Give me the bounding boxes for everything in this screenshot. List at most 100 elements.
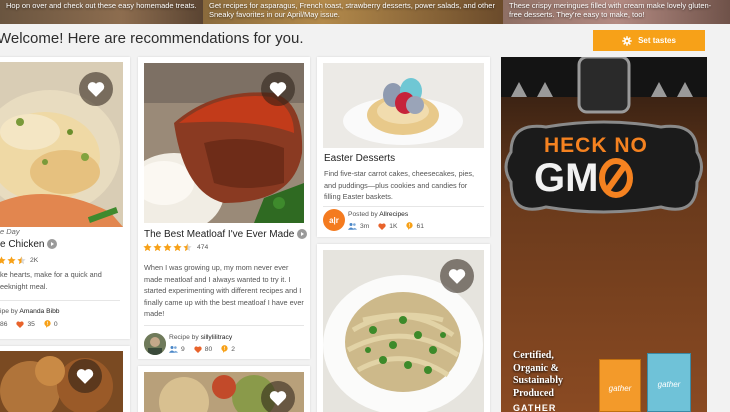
made-count: 9 xyxy=(181,345,185,353)
loves-count: 1K xyxy=(389,222,398,230)
promo-text: Get recipes for asparagus, French toast,… xyxy=(209,1,495,19)
recipe-title-text: e Chicken xyxy=(0,239,45,250)
set-tastes-button[interactable]: Set tastes xyxy=(593,30,705,51)
save-heart-button[interactable] xyxy=(440,259,474,293)
card-kicker: e Day xyxy=(0,227,20,236)
rating-stars: 2K xyxy=(0,256,38,265)
people-icon xyxy=(348,223,357,230)
reviews-count: 0 xyxy=(53,320,58,328)
save-heart-button[interactable] xyxy=(79,72,113,106)
comment-icon xyxy=(44,320,51,328)
recipe-title[interactable]: The Best Meatloaf I've Ever Made xyxy=(144,229,308,240)
recipe-card-pasta[interactable] xyxy=(317,244,490,412)
heart-small-icon xyxy=(194,345,202,353)
heart-icon xyxy=(87,82,105,97)
collection-description: Find five-star carrot cakes, cheesecakes… xyxy=(324,169,475,201)
product-bag-label: gather xyxy=(657,380,681,389)
author-link[interactable]: Allrecipes xyxy=(379,211,408,218)
recommendations-page: Hop on over and check out these easy hom… xyxy=(0,0,730,412)
star-icon xyxy=(173,243,182,252)
collection-image[interactable] xyxy=(323,63,484,148)
recipe-title-text: The Best Meatloaf I've Ever Made xyxy=(144,229,295,240)
made-count: 86 xyxy=(0,320,8,328)
recipe-image[interactable] xyxy=(0,351,123,412)
by-label: ipe by xyxy=(0,308,18,315)
loves-count: 80 xyxy=(204,345,213,353)
rating-stars: 474 xyxy=(143,243,208,252)
comment-icon xyxy=(406,222,414,230)
no-symbol-icon xyxy=(599,158,634,198)
ad-tagline: Certified, Organic & Sustainably Produce… xyxy=(513,350,563,400)
author-link[interactable]: sillylilitracy xyxy=(201,334,233,341)
promo-text: Hop on over and check out these easy hom… xyxy=(6,1,197,10)
promo-item[interactable]: These crispy meringues filled with cream… xyxy=(503,0,730,24)
star-icon xyxy=(153,243,162,252)
heart-icon xyxy=(269,82,287,97)
people-icon xyxy=(169,346,178,353)
heart-small-icon xyxy=(378,222,386,230)
loves-count: 35 xyxy=(27,320,35,328)
recipe-card-next[interactable] xyxy=(138,366,310,412)
recipe-byline: ipe by Amanda Bibb xyxy=(0,308,60,315)
ratings-count: 2K xyxy=(30,257,39,264)
save-heart-button[interactable] xyxy=(261,381,295,412)
advertisement[interactable]: HECK NO GM Certified, Organic & Sustaina… xyxy=(501,57,707,412)
heart-icon xyxy=(448,269,466,284)
recipe-title[interactable]: e Chicken xyxy=(0,239,58,250)
heart-small-icon xyxy=(16,320,25,328)
recipe-description: ke hearts, make for a quick and eeknight… xyxy=(0,269,120,292)
star-icon xyxy=(7,256,16,265)
recipe-description: When I was growing up, my mom never ever… xyxy=(144,263,304,318)
star-icon xyxy=(183,243,192,252)
product-bag-orange: gather xyxy=(599,359,641,412)
recipe-card-next[interactable] xyxy=(0,346,130,412)
collection-card-easter[interactable]: Easter Desserts Find five-star carrot ca… xyxy=(317,57,490,237)
star-icons xyxy=(143,243,192,252)
author-link[interactable]: Amanda Bibb xyxy=(19,308,59,315)
star-icons xyxy=(0,256,26,265)
ad-tag-gm: GM xyxy=(534,156,599,200)
play-icon[interactable] xyxy=(297,229,308,240)
reviews-count: 61 xyxy=(416,222,424,230)
product-bag-label: gather xyxy=(608,384,632,393)
star-icon xyxy=(143,243,152,252)
promo-item[interactable]: Hop on over and check out these easy hom… xyxy=(0,0,203,24)
divider xyxy=(0,300,120,301)
recipe-card-meatloaf[interactable]: The Best Meatloaf I've Ever Made 474 Whe… xyxy=(138,57,310,359)
made-count: 3m xyxy=(360,222,370,230)
product-bag-blue: gather xyxy=(647,353,691,412)
set-tastes-label: Set tastes xyxy=(638,36,676,45)
avatar[interactable] xyxy=(144,333,166,355)
promo-strip: Hop on over and check out these easy hom… xyxy=(0,0,730,24)
save-heart-button[interactable] xyxy=(261,72,295,106)
play-icon[interactable] xyxy=(47,239,58,250)
divider xyxy=(323,206,484,207)
promo-item[interactable]: Get recipes for asparagus, French toast,… xyxy=(203,0,503,24)
ad-tagline-line: Sustainably xyxy=(513,375,564,386)
divider xyxy=(144,325,304,326)
ad-tagline-line: Certified, xyxy=(513,350,554,361)
recipe-stats: 86 35 0 xyxy=(0,320,58,328)
ad-footer: GATHER xyxy=(513,403,557,412)
collection-byline: Posted by Allrecipes xyxy=(348,211,408,218)
welcome-heading: Welcome! Here are recommendations for yo… xyxy=(0,30,304,47)
collection-title[interactable]: Easter Desserts xyxy=(324,153,395,164)
ad-tag-line2: GM xyxy=(534,157,634,199)
heart-icon xyxy=(76,369,94,384)
recipe-card-chicken[interactable]: e Day e Chicken 2K ke hearts, make for a… xyxy=(0,57,130,339)
collection-stats: 3m 1K 61 xyxy=(348,222,424,230)
comment-icon xyxy=(221,345,228,353)
recipe-byline: Recipe by sillylilitracy xyxy=(169,334,232,341)
ad-tagline-line: Produced xyxy=(513,387,554,399)
promo-text: These crispy meringues filled with cream… xyxy=(509,1,712,19)
allrecipes-avatar[interactable]: a|r xyxy=(323,209,345,231)
ratings-count: 474 xyxy=(197,244,209,251)
save-heart-button[interactable] xyxy=(68,359,102,393)
recipe-stats: 9 80 2 xyxy=(169,345,235,353)
star-icon xyxy=(163,243,172,252)
by-label: Recipe by xyxy=(169,334,199,341)
by-label: Posted by xyxy=(348,211,378,218)
reviews-count: 2 xyxy=(231,345,235,353)
ad-tagline-line: Organic & xyxy=(513,362,559,374)
gear-icon xyxy=(622,35,632,46)
